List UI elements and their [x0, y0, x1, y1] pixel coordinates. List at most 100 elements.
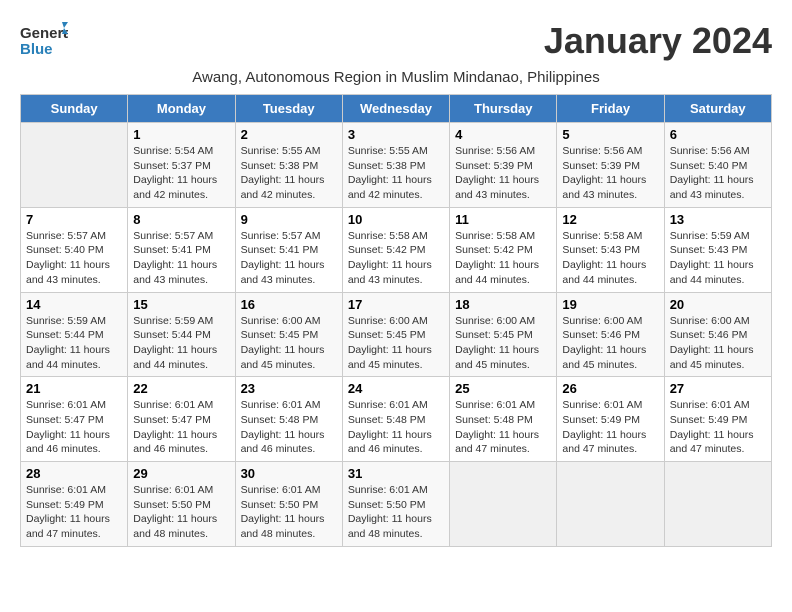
calendar-cell: 26Sunrise: 6:01 AM Sunset: 5:49 PM Dayli… [557, 377, 664, 462]
day-info: Sunrise: 6:01 AM Sunset: 5:50 PM Dayligh… [241, 483, 337, 542]
day-info: Sunrise: 6:01 AM Sunset: 5:50 PM Dayligh… [133, 483, 229, 542]
logo-icon: General Blue [20, 20, 68, 58]
calendar-cell: 9Sunrise: 5:57 AM Sunset: 5:41 PM Daylig… [235, 207, 342, 292]
day-number: 9 [241, 212, 337, 227]
day-number: 31 [348, 466, 444, 481]
day-info: Sunrise: 5:58 AM Sunset: 5:43 PM Dayligh… [562, 229, 658, 288]
calendar-cell: 29 Sunrise: 6:01 AM Sunset: 5:50 PM Dayli… [128, 462, 235, 547]
day-number: 28 [26, 466, 122, 481]
day-info: Sunrise: 5:55 AM Sunset: 5:38 PM Dayligh… [348, 144, 444, 203]
day-info: Sunrise: 5:58 AM Sunset: 5:42 PM Dayligh… [348, 229, 444, 288]
calendar-cell: 13 Sunrise: 5:59 AM Sunset: 5:43 PM Dayli… [664, 207, 771, 292]
calendar-cell: 24Sunrise: 6:01 AM Sunset: 5:48 PM Dayli… [342, 377, 449, 462]
calendar-cell: 20Sunrise: 6:00 AM Sunset: 5:46 PM Dayli… [664, 292, 771, 377]
month-title: January 2024 [544, 20, 772, 62]
day-number: 1 [133, 127, 229, 142]
day-number: 18 [455, 297, 551, 312]
day-number: 11 [455, 212, 551, 227]
day-number: 26 [562, 381, 658, 396]
weekday-header: Wednesday [342, 95, 449, 123]
day-number: 13 [670, 212, 766, 227]
day-info: Sunrise: 5:57 AM Sunset: 5:40 PM Dayligh… [26, 229, 122, 288]
day-info: Sunrise: 6:01 AM Sunset: 5:47 PM Dayligh… [133, 398, 229, 457]
day-info: Sunrise: 5:59 AM Sunset: 5:43 PM Dayligh… [670, 229, 766, 288]
day-number: 29 [133, 466, 229, 481]
day-number: 12 [562, 212, 658, 227]
day-number: 24 [348, 381, 444, 396]
svg-text:Blue: Blue [20, 41, 53, 58]
calendar-cell: 3 Sunrise: 5:55 AM Sunset: 5:38 PM Daylig… [342, 123, 449, 208]
calendar-cell [557, 462, 664, 547]
calendar-cell [21, 123, 128, 208]
calendar-table: SundayMondayTuesdayWednesdayThursdayFrid… [20, 94, 772, 547]
day-info: Sunrise: 5:57 AM Sunset: 5:41 PM Dayligh… [133, 229, 229, 288]
day-info: Sunrise: 5:58 AM Sunset: 5:42 PM Dayligh… [455, 229, 551, 288]
day-info: Sunrise: 5:56 AM Sunset: 5:39 PM Dayligh… [562, 144, 658, 203]
day-info: Sunrise: 6:00 AM Sunset: 5:46 PM Dayligh… [670, 314, 766, 373]
day-info: Sunrise: 6:01 AM Sunset: 5:50 PM Dayligh… [348, 483, 444, 542]
day-number: 25 [455, 381, 551, 396]
calendar-cell: 2 Sunrise: 5:55 AM Sunset: 5:38 PM Daylig… [235, 123, 342, 208]
day-number: 30 [241, 466, 337, 481]
day-info: Sunrise: 6:00 AM Sunset: 5:45 PM Dayligh… [348, 314, 444, 373]
calendar-cell: 4Sunrise: 5:56 AM Sunset: 5:39 PM Daylig… [450, 123, 557, 208]
day-info: Sunrise: 6:00 AM Sunset: 5:45 PM Dayligh… [455, 314, 551, 373]
day-number: 14 [26, 297, 122, 312]
calendar-week-row: 21Sunrise: 6:01 AM Sunset: 5:47 PM Dayli… [21, 377, 772, 462]
weekday-header: Sunday [21, 95, 128, 123]
day-info: Sunrise: 5:56 AM Sunset: 5:40 PM Dayligh… [670, 144, 766, 203]
day-number: 4 [455, 127, 551, 142]
page-header: General Blue January 2024 [20, 20, 772, 63]
day-info: Sunrise: 6:01 AM Sunset: 5:48 PM Dayligh… [241, 398, 337, 457]
day-info: Sunrise: 6:01 AM Sunset: 5:47 PM Dayligh… [26, 398, 122, 457]
calendar-cell: 31 Sunrise: 6:01 AM Sunset: 5:50 PM Dayli… [342, 462, 449, 547]
weekday-header: Tuesday [235, 95, 342, 123]
weekday-header: Monday [128, 95, 235, 123]
calendar-cell: 27 Sunrise: 6:01 AM Sunset: 5:49 PM Dayli… [664, 377, 771, 462]
calendar-cell: 28 Sunrise: 6:01 AM Sunset: 5:49 PM Dayli… [21, 462, 128, 547]
day-number: 8 [133, 212, 229, 227]
day-number: 15 [133, 297, 229, 312]
calendar-week-row: 1Sunrise: 5:54 AM Sunset: 5:37 PM Daylig… [21, 123, 772, 208]
calendar-cell: 17Sunrise: 6:00 AM Sunset: 5:45 PM Dayli… [342, 292, 449, 377]
calendar-cell: 5Sunrise: 5:56 AM Sunset: 5:39 PM Daylig… [557, 123, 664, 208]
calendar-cell: 23 Sunrise: 6:01 AM Sunset: 5:48 PM Dayli… [235, 377, 342, 462]
day-number: 23 [241, 381, 337, 396]
day-info: Sunrise: 6:00 AM Sunset: 5:46 PM Dayligh… [562, 314, 658, 373]
calendar-body: 1Sunrise: 5:54 AM Sunset: 5:37 PM Daylig… [21, 123, 772, 547]
weekday-header: Thursday [450, 95, 557, 123]
calendar-cell: 15 Sunrise: 5:59 AM Sunset: 5:44 PM Dayli… [128, 292, 235, 377]
calendar-cell: 16Sunrise: 6:00 AM Sunset: 5:45 PM Dayli… [235, 292, 342, 377]
day-number: 22 [133, 381, 229, 396]
calendar-cell [450, 462, 557, 547]
day-number: 27 [670, 381, 766, 396]
weekday-header: Saturday [664, 95, 771, 123]
day-number: 2 [241, 127, 337, 142]
calendar-cell: 7 Sunrise: 5:57 AM Sunset: 5:40 PM Daylig… [21, 207, 128, 292]
day-info: Sunrise: 5:55 AM Sunset: 5:38 PM Dayligh… [241, 144, 337, 203]
day-number: 10 [348, 212, 444, 227]
day-info: Sunrise: 5:59 AM Sunset: 5:44 PM Dayligh… [26, 314, 122, 373]
calendar-cell: 18 Sunrise: 6:00 AM Sunset: 5:45 PM Dayli… [450, 292, 557, 377]
calendar-cell: 21Sunrise: 6:01 AM Sunset: 5:47 PM Dayli… [21, 377, 128, 462]
weekday-row: SundayMondayTuesdayWednesdayThursdayFrid… [21, 95, 772, 123]
calendar-cell: 10 Sunrise: 5:58 AM Sunset: 5:42 PM Dayli… [342, 207, 449, 292]
day-info: Sunrise: 6:01 AM Sunset: 5:49 PM Dayligh… [670, 398, 766, 457]
day-info: Sunrise: 6:01 AM Sunset: 5:48 PM Dayligh… [455, 398, 551, 457]
day-number: 19 [562, 297, 658, 312]
calendar-cell [664, 462, 771, 547]
calendar-week-row: 14 Sunrise: 5:59 AM Sunset: 5:44 PM Dayli… [21, 292, 772, 377]
calendar-cell: 25 Sunrise: 6:01 AM Sunset: 5:48 PM Dayli… [450, 377, 557, 462]
calendar-cell: 8 Sunrise: 5:57 AM Sunset: 5:41 PM Daylig… [128, 207, 235, 292]
day-number: 7 [26, 212, 122, 227]
calendar-cell: 30 Sunrise: 6:01 AM Sunset: 5:50 PM Dayli… [235, 462, 342, 547]
day-info: Sunrise: 6:00 AM Sunset: 5:45 PM Dayligh… [241, 314, 337, 373]
calendar-cell: 22 Sunrise: 6:01 AM Sunset: 5:47 PM Dayli… [128, 377, 235, 462]
day-info: Sunrise: 6:01 AM Sunset: 5:49 PM Dayligh… [26, 483, 122, 542]
calendar-cell: 14 Sunrise: 5:59 AM Sunset: 5:44 PM Dayli… [21, 292, 128, 377]
calendar-cell: 12 Sunrise: 5:58 AM Sunset: 5:43 PM Dayli… [557, 207, 664, 292]
day-info: Sunrise: 5:59 AM Sunset: 5:44 PM Dayligh… [133, 314, 229, 373]
calendar-cell: 19 Sunrise: 6:00 AM Sunset: 5:46 PM Dayli… [557, 292, 664, 377]
day-number: 3 [348, 127, 444, 142]
calendar-week-row: 28 Sunrise: 6:01 AM Sunset: 5:49 PM Dayli… [21, 462, 772, 547]
